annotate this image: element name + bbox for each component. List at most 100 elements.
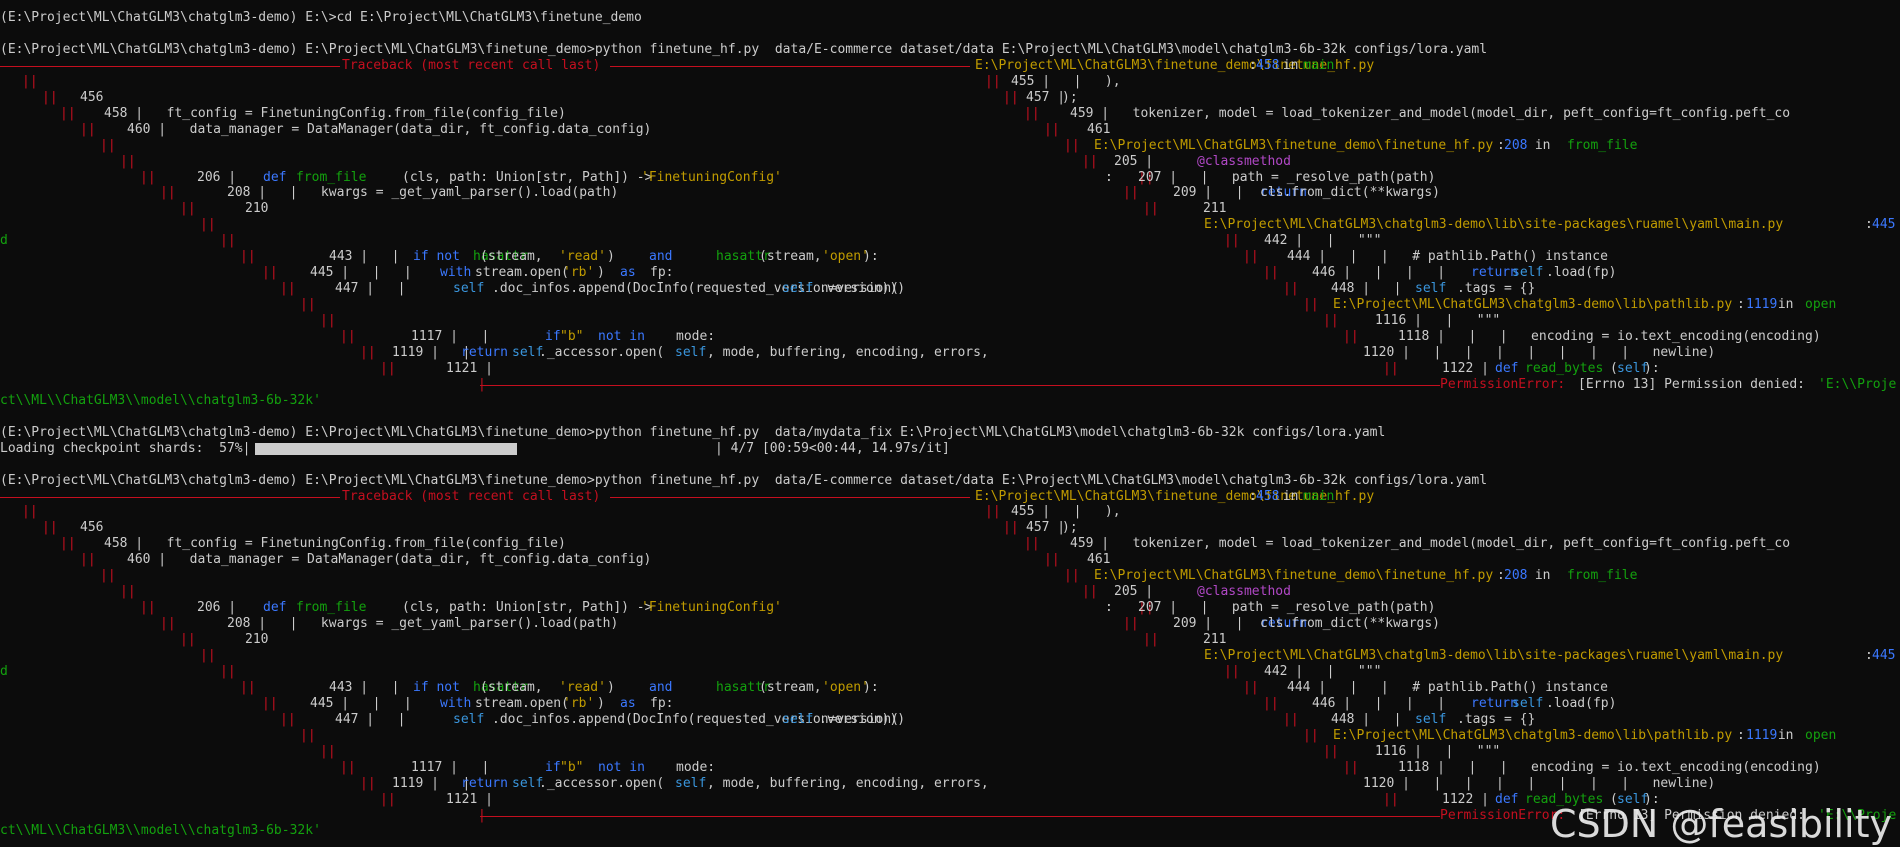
terminal-line-44-segment-2: self	[453, 711, 485, 727]
terminal-line-16-segment-5: )	[597, 265, 613, 281]
terminal-line-20-segment-3: "b"	[560, 329, 592, 344]
terminal-line-16-segment-8: ||	[1263, 265, 1279, 281]
terminal-line-21-segment-6: , mode, buffering, encoding, errors,	[707, 344, 989, 360]
terminal-line-49-segment-2: ||	[1383, 791, 1399, 807]
terminal-line-44-segment-8: self	[1415, 711, 1447, 727]
terminal-line-33-segment-3: 459 | tokenizer, model = load_tokenizer_…	[1070, 536, 1791, 552]
terminal-line-16-segment-6: as	[620, 265, 644, 281]
terminal-line-20-segment-1: 1117 | |	[411, 329, 513, 344]
terminal-line-7-segment-0: ||	[80, 121, 96, 137]
terminal-line-47-segment-7: 1118 | | | encoding = io.text_encoding(e…	[1398, 759, 1821, 775]
terminal-line-43-segment-7: fp:	[650, 695, 674, 711]
terminal-line-36-segment-1: ||	[1082, 584, 1098, 600]
terminal-line-15-segment-1: 443 | |	[329, 249, 423, 265]
terminal-line-33-segment-2: ||	[1024, 536, 1040, 552]
terminal-line-10-segment-4: (cls, path: Union[str, Path]) ->	[402, 169, 661, 185]
terminal-line-23-segment-2: [Errno 13] Permission denied:	[1578, 376, 1813, 392]
terminal-line-21-segment-0: ||	[360, 344, 376, 360]
terminal-line-51-segment-0: ct\\ML\\ChatGLM3\\model\\chatglm3-6b-32k…	[0, 823, 321, 839]
terminal-line-5-segment-1: 456	[80, 89, 104, 105]
terminal-line-17-segment-8: self	[1415, 281, 1447, 297]
traceback-rule-5	[480, 815, 1440, 817]
terminal-line-16-segment-11: self	[1512, 265, 1544, 281]
terminal-line-12-segment-1: 210	[245, 201, 269, 217]
terminal-line-11-segment-1: 208 | | kwargs = _get_yaml_parser().load…	[227, 185, 619, 201]
terminal-line-18-segment-6: open	[1805, 297, 1837, 313]
terminal-line-46-segment-0: ||	[320, 743, 336, 759]
terminal-line-37-segment-5: 'FinetuningConfig'	[641, 600, 782, 616]
terminal-line-43-segment-4: 'rb'	[563, 695, 595, 711]
terminal-line-38-segment-5: cls.from_dict(**kwargs)	[1260, 616, 1441, 632]
terminal-line-6-segment-0: ||	[60, 105, 76, 121]
terminal-line-15-segment-10: 'open'	[822, 249, 869, 265]
terminal-line-8-segment-0: ||	[100, 137, 116, 153]
terminal-line-7-segment-2: ||	[1044, 121, 1060, 137]
terminal-line-11-segment-5: cls.from_dict(**kwargs)	[1260, 185, 1441, 201]
traceback-rule-1	[610, 65, 970, 67]
terminal-line-36-segment-0: ||	[120, 584, 136, 600]
terminal-line-42-segment-4: (stream,	[480, 679, 551, 695]
terminal-line-17-segment-7: 448 | |	[1331, 281, 1425, 297]
terminal-line-5-segment-0: ||	[42, 89, 58, 105]
terminal-line-22-segment-0: ||	[380, 360, 396, 376]
terminal-line-13-segment-0: ||	[200, 217, 216, 233]
terminal-window[interactable]: (E:\Project\ML\ChatGLM3\chatglm3-demo) E…	[0, 0, 1900, 847]
terminal-line-17-segment-5: .version)))	[819, 281, 906, 297]
terminal-line-10-segment-0: ||	[140, 169, 156, 185]
terminal-line-15-segment-2: if not	[413, 249, 468, 265]
terminal-line-6-segment-3: 459 | tokenizer, model = load_tokenizer_…	[1070, 105, 1791, 121]
terminal-line-21-segment-4: ._accessor.open(	[539, 344, 665, 360]
terminal-line-32-segment-0: ||	[42, 520, 58, 536]
terminal-line-43-segment-3: stream.open(	[475, 695, 569, 711]
terminal-line-18-segment-0: ||	[300, 297, 316, 313]
terminal-line-14-segment-3: 442 | | """	[1264, 233, 1382, 249]
terminal-line-41-segment-0: d	[0, 663, 8, 679]
terminal-line-17-segment-2: self	[453, 281, 485, 297]
terminal-line-47-segment-4: not in	[598, 759, 653, 775]
terminal-line-44-segment-5: .version)))	[819, 711, 906, 727]
terminal-line-43-segment-2: with	[440, 695, 480, 711]
terminal-line-37-segment-2: def	[263, 600, 295, 616]
terminal-line-32-segment-1: 456	[80, 520, 104, 536]
terminal-line-7-segment-3: 461	[1087, 121, 1111, 137]
terminal-line-31-segment-2: 455 | | ),	[1011, 504, 1121, 520]
terminal-line-37-segment-6: :	[1105, 600, 1113, 616]
terminal-line-8-segment-1: ||	[1064, 137, 1080, 153]
watermark: CSDN @feasibility	[1550, 802, 1892, 846]
terminal-line-41-segment-2: ||	[1224, 663, 1240, 679]
terminal-line-3-segment-5: main	[1303, 57, 1335, 73]
terminal-line-43-segment-0: ||	[262, 695, 278, 711]
terminal-line-19-segment-2: 1116 | | """	[1375, 313, 1501, 329]
terminal-line-42-segment-0: ||	[240, 679, 256, 695]
terminal-line-42-segment-2: if not	[413, 679, 468, 695]
terminal-line-50-segment-0: |	[478, 807, 486, 823]
terminal-line-49-segment-4: def	[1495, 791, 1527, 807]
terminal-line-0-segment-0: (E:\Project\ML\ChatGLM3\chatglm3-demo) E…	[0, 10, 642, 25]
terminal-line-21-segment-2: return	[461, 344, 516, 360]
terminal-line-14-segment-2: ||	[1224, 233, 1240, 249]
traceback-rule-3	[0, 496, 340, 498]
terminal-line-44-segment-0: ||	[280, 711, 296, 727]
terminal-line-40-segment-1: E:\Project\ML\ChatGLM3\chatglm3-demo\lib…	[1204, 648, 1784, 663]
terminal-line-31-segment-1: ||	[985, 504, 1001, 520]
terminal-line-45-segment-2: E:\Project\ML\ChatGLM3\chatglm3-demo\lib…	[1333, 727, 1733, 743]
terminal-line-30-segment-4: in	[1275, 488, 1307, 504]
terminal-line-48-segment-0: ||	[360, 775, 376, 791]
terminal-line-38-segment-1: 208 | | kwargs = _get_yaml_parser().load…	[227, 616, 619, 632]
terminal-line-5-segment-4: );	[1062, 89, 1078, 105]
terminal-line-42-segment-11: ):	[863, 679, 879, 695]
terminal-line-15-segment-0: ||	[240, 249, 256, 265]
terminal-line-16-segment-2: with	[440, 265, 480, 281]
terminal-line-49-segment-1: 1121 |	[446, 791, 493, 807]
terminal-line-46-segment-2: 1116 | | """	[1375, 743, 1501, 759]
terminal-line-16-segment-1: 445 | | |	[310, 265, 436, 281]
terminal-line-42-segment-6: )	[607, 679, 623, 695]
terminal-line-20-segment-7: 1118 | | | encoding = io.text_encoding(e…	[1398, 329, 1821, 344]
terminal-line-43-segment-11: self	[1512, 695, 1544, 711]
terminal-line-19-segment-0: ||	[320, 313, 336, 329]
terminal-line-15-segment-9: (stream,	[759, 249, 830, 265]
terminal-line-15-segment-11: ):	[863, 249, 879, 265]
terminal-line-27-segment-0: Loading checkpoint shards: 57%|	[0, 440, 251, 456]
terminal-line-15-segment-4: (stream,	[480, 249, 551, 265]
terminal-line-44-segment-1: 447 | |	[335, 711, 429, 727]
